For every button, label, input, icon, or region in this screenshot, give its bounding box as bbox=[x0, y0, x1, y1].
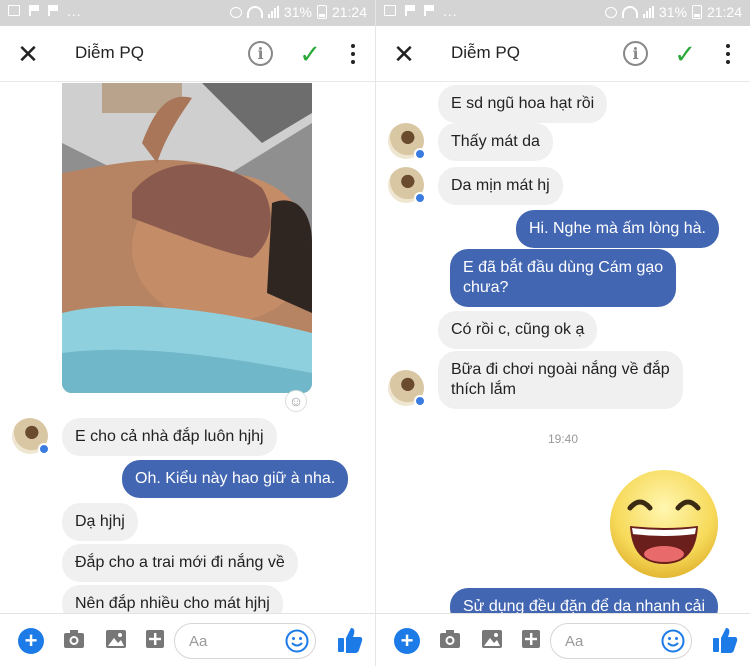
message-list: ☺ E cho cả nhà đắp luôn hjhj Oh. Kiểu nà… bbox=[0, 83, 375, 613]
input-placeholder: Aa bbox=[189, 633, 208, 650]
messenger-badge-icon bbox=[414, 192, 426, 204]
message-list: E sd ngũ hoa hạt rồi Thấy mát da Da mịn … bbox=[376, 83, 750, 613]
message-incoming[interactable]: Đắp cho a trai mới đi nắng về bbox=[62, 544, 298, 582]
message-line: Bữa đi chơi ngoài nắng về đắp bbox=[451, 361, 670, 378]
message-line: chưa? bbox=[463, 279, 509, 296]
composer-bar: + Aa bbox=[0, 613, 375, 666]
close-icon[interactable]: ✕ bbox=[14, 40, 42, 68]
message-outgoing[interactable]: Sử dụng đều đặn để da nhanh cải bbox=[450, 588, 719, 613]
info-icon[interactable]: i bbox=[623, 41, 648, 66]
more-notifications-icon: ... bbox=[67, 2, 82, 19]
camera-icon[interactable] bbox=[439, 629, 461, 649]
message-outgoing[interactable]: E đã bắt đầu dùng Cám gạo chưa? bbox=[450, 249, 677, 307]
sticker-icon[interactable] bbox=[144, 629, 166, 649]
wifi-icon bbox=[621, 6, 638, 18]
signal-icon bbox=[642, 6, 654, 18]
gallery-icon[interactable] bbox=[481, 629, 503, 649]
avatar[interactable] bbox=[388, 123, 426, 160]
messenger-badge-icon bbox=[38, 443, 50, 455]
message-incoming[interactable]: E sd ngũ hoa hạt rồi bbox=[438, 85, 608, 123]
message-line: E đã bắt đầu dùng Cám gạo bbox=[463, 259, 664, 276]
avatar[interactable] bbox=[12, 418, 50, 455]
battery-percent: 31% bbox=[658, 4, 687, 20]
laughing-emoji-sticker[interactable] bbox=[608, 468, 720, 580]
checkmark-icon[interactable]: ✓ bbox=[299, 40, 321, 68]
messenger-badge-icon bbox=[414, 395, 426, 407]
input-placeholder: Aa bbox=[565, 633, 584, 650]
photo-image bbox=[62, 83, 312, 393]
gallery-icon[interactable] bbox=[105, 629, 127, 649]
battery-icon bbox=[691, 5, 702, 19]
checkmark-icon[interactable]: ✓ bbox=[674, 40, 696, 68]
message-incoming[interactable]: Bữa đi chơi ngoài nắng về đắp thích lắm bbox=[438, 351, 683, 409]
shared-photo[interactable] bbox=[62, 83, 312, 393]
message-incoming[interactable]: Da mịn mát hj bbox=[438, 167, 563, 205]
flag-notification-icon bbox=[48, 5, 58, 16]
message-incoming[interactable]: Có rồi c, cũng ok ạ bbox=[438, 311, 598, 349]
chat-screen-left: ... 31% 21:24 ✕ Diễm PQ i ✓ ☺ E cho cả n… bbox=[0, 0, 375, 666]
battery-percent: 31% bbox=[283, 4, 312, 20]
message-outgoing[interactable]: Hi. Nghe mà ấm lòng hà. bbox=[516, 210, 719, 248]
emoji-icon[interactable] bbox=[661, 629, 685, 653]
avatar[interactable] bbox=[388, 370, 426, 407]
battery-icon bbox=[316, 5, 327, 19]
messenger-badge-icon bbox=[414, 148, 426, 160]
more-options-icon[interactable] bbox=[726, 44, 730, 64]
thumbs-up-icon[interactable] bbox=[337, 626, 363, 654]
camera-icon[interactable] bbox=[63, 629, 85, 649]
add-reaction-icon[interactable]: ☺ bbox=[285, 390, 307, 412]
message-incoming[interactable]: E cho cả nhà đắp luôn hjhj bbox=[62, 418, 277, 456]
flag-notification-icon bbox=[405, 5, 415, 16]
message-line: thích lắm bbox=[451, 381, 516, 398]
close-icon[interactable]: ✕ bbox=[390, 40, 418, 68]
emoji-icon[interactable] bbox=[285, 629, 309, 653]
message-outgoing[interactable]: Oh. Kiểu này hao giữ à nha. bbox=[122, 460, 349, 498]
flag-notification-icon bbox=[29, 5, 39, 16]
alarm-icon bbox=[604, 6, 617, 18]
contact-name[interactable]: Diễm PQ bbox=[451, 43, 520, 63]
status-bar: ... 31% 21:24 bbox=[0, 0, 375, 26]
more-options-icon[interactable] bbox=[351, 44, 355, 64]
message-input[interactable]: Aa bbox=[174, 623, 316, 659]
wifi-icon bbox=[246, 6, 263, 18]
chat-screen-right: ... 31% 21:24 ✕ Diễm PQ i ✓ E sd ngũ hoa… bbox=[375, 0, 750, 666]
image-notification-icon bbox=[384, 5, 396, 16]
signal-icon bbox=[267, 6, 279, 18]
flag-notification-icon bbox=[424, 5, 434, 16]
thumbs-up-icon[interactable] bbox=[712, 626, 738, 654]
composer-bar: + Aa bbox=[376, 613, 750, 666]
message-incoming[interactable]: Thấy mát da bbox=[438, 123, 553, 161]
message-incoming[interactable]: Nên đắp nhiều cho mát hjhj bbox=[62, 585, 283, 613]
sticker-icon[interactable] bbox=[520, 629, 542, 649]
alarm-icon bbox=[229, 6, 242, 18]
message-input[interactable]: Aa bbox=[550, 623, 692, 659]
clock: 21:24 bbox=[331, 4, 367, 20]
status-bar: ... 31% 21:24 bbox=[376, 0, 750, 26]
plus-icon[interactable]: + bbox=[18, 628, 44, 654]
more-notifications-icon: ... bbox=[443, 2, 458, 19]
clock: 21:24 bbox=[706, 4, 742, 20]
timestamp: 19:40 bbox=[547, 432, 579, 446]
conversation-header: ✕ Diễm PQ i ✓ bbox=[0, 26, 375, 82]
contact-name[interactable]: Diễm PQ bbox=[75, 43, 144, 63]
info-icon[interactable]: i bbox=[248, 41, 273, 66]
plus-icon[interactable]: + bbox=[394, 628, 420, 654]
conversation-header: ✕ Diễm PQ i ✓ bbox=[376, 26, 750, 82]
message-incoming[interactable]: Dạ hjhj bbox=[62, 503, 138, 541]
avatar[interactable] bbox=[388, 167, 426, 204]
image-notification-icon bbox=[8, 5, 20, 16]
